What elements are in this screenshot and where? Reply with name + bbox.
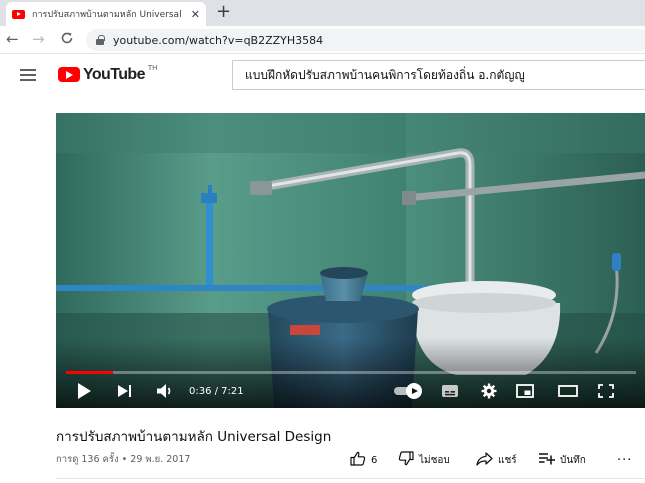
tab-title: การปรับสภาพบ้านตามหลัก Universal: [32, 10, 182, 20]
video-title: การปรับสภาพบ้านตามหลัก Universal Design: [56, 429, 332, 445]
subtitles-icon-svg: [442, 385, 458, 397]
play-icon[interactable]: [78, 381, 92, 401]
dislike-button[interactable]: ไม่ชอบ: [398, 451, 450, 469]
thumbs-up-icon-svg: [350, 451, 366, 466]
subtitles-icon[interactable]: [441, 381, 461, 401]
bucket-label: [290, 325, 320, 335]
fullscreen-icon-svg: [598, 384, 614, 398]
reload-icon-svg: [61, 32, 73, 44]
autoplay-play-glyph: [412, 388, 418, 394]
more-horizontal-icon: ···: [617, 452, 633, 468]
reload-icon[interactable]: [60, 31, 74, 49]
thumbs-down-icon: [398, 451, 414, 469]
youtube-masthead: YouTube TH แบบฝึกหัดปรับสภาพบ้านคนพิการโ…: [0, 55, 645, 95]
progress-bar-played: [66, 371, 113, 374]
info-divider: [56, 478, 645, 479]
like-count: 6: [371, 454, 378, 466]
video-view-date: การดู 136 ครั้ง • 29 พ.ย. 2017: [56, 454, 191, 465]
search-input[interactable]: แบบฝึกหัดปรับสภาพบ้านคนพิการโดยท้องถิ่น …: [232, 60, 645, 90]
add-to-playlist-icon: [538, 452, 555, 468]
address-bar[interactable]: youtube.com/watch?v=qB2ZZYH3584: [86, 29, 645, 51]
toilet-seat: [412, 293, 556, 313]
fullscreen-icon[interactable]: [598, 381, 618, 401]
add-to-playlist-icon-svg: [539, 453, 555, 465]
youtube-favicon-icon: [12, 9, 25, 19]
grab-bar-wall-mount: [402, 191, 416, 205]
gear-icon[interactable]: [481, 381, 499, 401]
forward-arrow-icon[interactable]: →: [32, 31, 45, 47]
grab-bar-mount: [250, 181, 272, 195]
volume-icon-svg: [157, 384, 171, 398]
youtube-country-code: TH: [147, 64, 158, 72]
save-button[interactable]: บันทึก: [538, 451, 586, 469]
lock-icon: [96, 35, 105, 45]
faucet-stem: [208, 185, 212, 194]
time-display: 0:36 / 7:21: [189, 385, 244, 397]
share-arrow-icon-svg: [476, 451, 493, 466]
youtube-logo-icon: [58, 67, 80, 82]
water-bowl-rim: [320, 267, 368, 279]
next-icon[interactable]: [118, 381, 134, 401]
theater-mode-icon[interactable]: [558, 381, 580, 401]
shower-head: [612, 253, 621, 271]
youtube-logo-text: YouTube: [83, 66, 145, 83]
miniplayer-icon-svg: [516, 384, 534, 398]
thumbs-down-icon-svg: [398, 451, 414, 466]
browser-toolbar: ← → youtube.com/watch?v=qB2ZZYH3584: [0, 26, 645, 54]
vertical-pipe: [206, 198, 213, 286]
progress-bar[interactable]: [66, 371, 636, 374]
hamburger-menu-icon[interactable]: [20, 69, 36, 81]
share-label: แชร์: [498, 454, 517, 466]
more-actions-button[interactable]: ···: [617, 451, 632, 469]
url-text: youtube.com/watch?v=qB2ZZYH3584: [113, 33, 324, 47]
back-arrow-icon[interactable]: ←: [6, 31, 19, 47]
faucet: [201, 193, 217, 203]
volume-icon[interactable]: [156, 381, 176, 401]
share-button[interactable]: แชร์: [476, 451, 517, 469]
video-player[interactable]: 0:36 / 7:21: [56, 113, 645, 408]
search-query-text: แบบฝึกหัดปรับสภาพบ้านคนพิการโดยท้องถิ่น …: [245, 67, 525, 82]
like-button[interactable]: 6: [350, 451, 377, 469]
new-tab-button[interactable]: +: [216, 2, 231, 22]
gear-icon-svg: [481, 383, 497, 399]
dislike-label: ไม่ชอบ: [419, 454, 450, 466]
theater-mode-icon-svg: [558, 385, 578, 397]
thumbs-up-icon: [350, 451, 366, 469]
share-arrow-icon: [476, 451, 493, 469]
autoplay-toggle-icon[interactable]: [394, 381, 424, 401]
miniplayer-icon[interactable]: [516, 381, 536, 401]
browser-tab-active[interactable]: การปรับสภาพบ้านตามหลัก Universal ✕: [6, 2, 206, 26]
ceiling-shadow: [56, 113, 645, 153]
youtube-logo[interactable]: YouTube TH: [58, 64, 158, 84]
save-label: บันทึก: [560, 454, 586, 466]
tab-close-icon[interactable]: ✕: [191, 8, 200, 21]
browser-tab-bar: การปรับสภาพบ้านตามหลัก Universal ✕ +: [0, 0, 645, 26]
